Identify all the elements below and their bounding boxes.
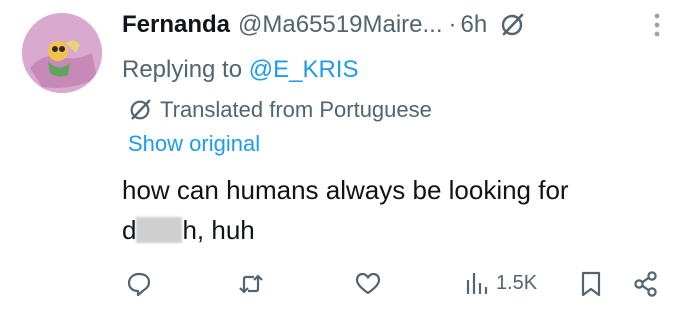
reply-bubble-icon bbox=[127, 272, 151, 297]
retweet-button[interactable] bbox=[237, 270, 265, 298]
separator-dot: · bbox=[448, 11, 457, 38]
views-count: 1.5K bbox=[496, 271, 538, 294]
grok-slash-icon[interactable] bbox=[499, 12, 525, 38]
replying-to-link[interactable]: @E_KRIS bbox=[249, 56, 359, 83]
avatar[interactable] bbox=[22, 13, 102, 93]
heart-icon bbox=[355, 272, 381, 295]
grok-slash-icon bbox=[128, 98, 152, 122]
reply-button[interactable] bbox=[125, 270, 153, 298]
more-vertical-icon[interactable] bbox=[652, 12, 662, 43]
tweet-text-line-2: d h, huh bbox=[122, 210, 662, 250]
tweet-text: how can humans always be looking for d h,… bbox=[122, 170, 662, 250]
display-name[interactable]: Fernanda bbox=[122, 11, 230, 39]
retweet-icon bbox=[239, 274, 263, 294]
show-original-link[interactable]: Show original bbox=[128, 131, 260, 157]
action-bar: 1.5K bbox=[122, 270, 700, 300]
tweet-text-line-2-start: d bbox=[122, 215, 137, 245]
share-button[interactable] bbox=[632, 270, 660, 298]
translation-notice: Translated from Portuguese bbox=[128, 97, 432, 123]
user-handle[interactable]: @Ma65519Maire... bbox=[238, 11, 442, 39]
share-icon bbox=[634, 271, 657, 297]
replying-to: Replying to @E_KRIS bbox=[122, 56, 358, 84]
replying-prefix: Replying to bbox=[122, 56, 249, 83]
tweet-text-line-2-end: h, huh bbox=[182, 215, 255, 245]
bar-chart-icon bbox=[466, 273, 488, 294]
bookmark-icon bbox=[581, 271, 601, 297]
timestamp[interactable]: 6h bbox=[461, 11, 488, 39]
translated-label: Translated from Portuguese bbox=[160, 97, 432, 122]
blurred-word bbox=[136, 217, 183, 243]
views-button[interactable]: 1.5K bbox=[464, 270, 537, 296]
tweet-header: Fernanda @Ma65519Maire... · 6h bbox=[122, 8, 525, 42]
bookmark-button[interactable] bbox=[578, 270, 604, 298]
avatar-image bbox=[22, 13, 102, 93]
like-button[interactable] bbox=[354, 270, 382, 298]
tweet-text-line-1: how can humans always be looking for bbox=[122, 175, 569, 205]
